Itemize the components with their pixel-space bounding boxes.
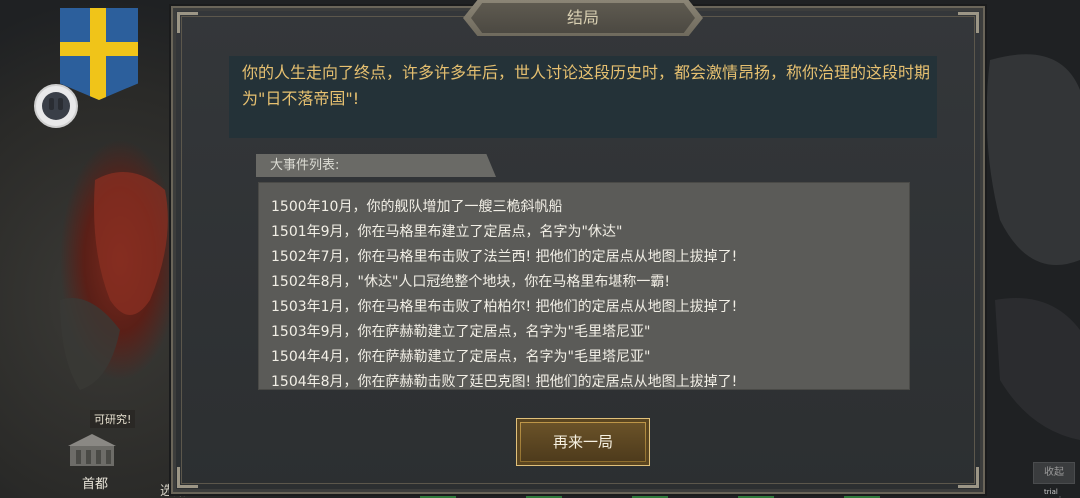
ending-summary-text: 你的人生走向了终点，许多许多年后，世人讨论这段历史时，都会激情昂扬，称你治理的这… [242,63,931,108]
assistant-avatar-icon[interactable] [34,84,78,128]
list-item: 1503年9月，你在萨赫勒建立了定居点，名字为"毛里塔尼亚" [271,324,651,340]
events-header-label: 大事件列表: [270,158,340,173]
trial-version-label: trial version [1044,488,1070,498]
capital-building-icon[interactable] [66,430,118,468]
events-list[interactable]: 1500年10月，你的舰队增加了一艘三桅斜帆船 1501年9月，你在马格里布建立… [258,182,910,390]
list-item: 1502年7月，你在马格里布击败了法兰西! 把他们的定居点从地图上拔掉了! [271,249,738,265]
capital-label[interactable]: 首都 [82,473,108,492]
list-item: 1503年1月，你在马格里布击败了柏柏尔! 把他们的定居点从地图上拔掉了! [271,299,738,315]
list-item: 1502年8月，"休达"人口冠绝整个地块，你在马格里布堪称一霸! [271,274,671,290]
play-again-button[interactable]: 再来一局 [516,418,650,466]
list-item: 1501年9月，你在马格里布建立了定居点，名字为"休达" [271,224,623,240]
collapse-button[interactable]: 收起 [1033,462,1075,484]
game-screen: 可研究! 首都 选船 收起 trial version 结局 你的人生走向了终点… [0,0,1080,498]
research-available-badge: 可研究! [90,410,136,428]
dialog-title-plate: 结局 [463,0,703,36]
list-item: 1500年10月，你的舰队增加了一艘三桅斜帆船 [271,199,563,215]
play-again-label: 再来一局 [552,433,613,451]
dialog-title: 结局 [566,8,599,27]
list-item: 1504年8月，你在萨赫勒击败了廷巴克图! 把他们的定居点从地图上拔掉了! [271,374,738,390]
list-item: 1504年4月，你在萨赫勒建立了定居点，名字为"毛里塔尼亚" [271,349,651,365]
nation-flag-icon[interactable] [60,8,138,100]
